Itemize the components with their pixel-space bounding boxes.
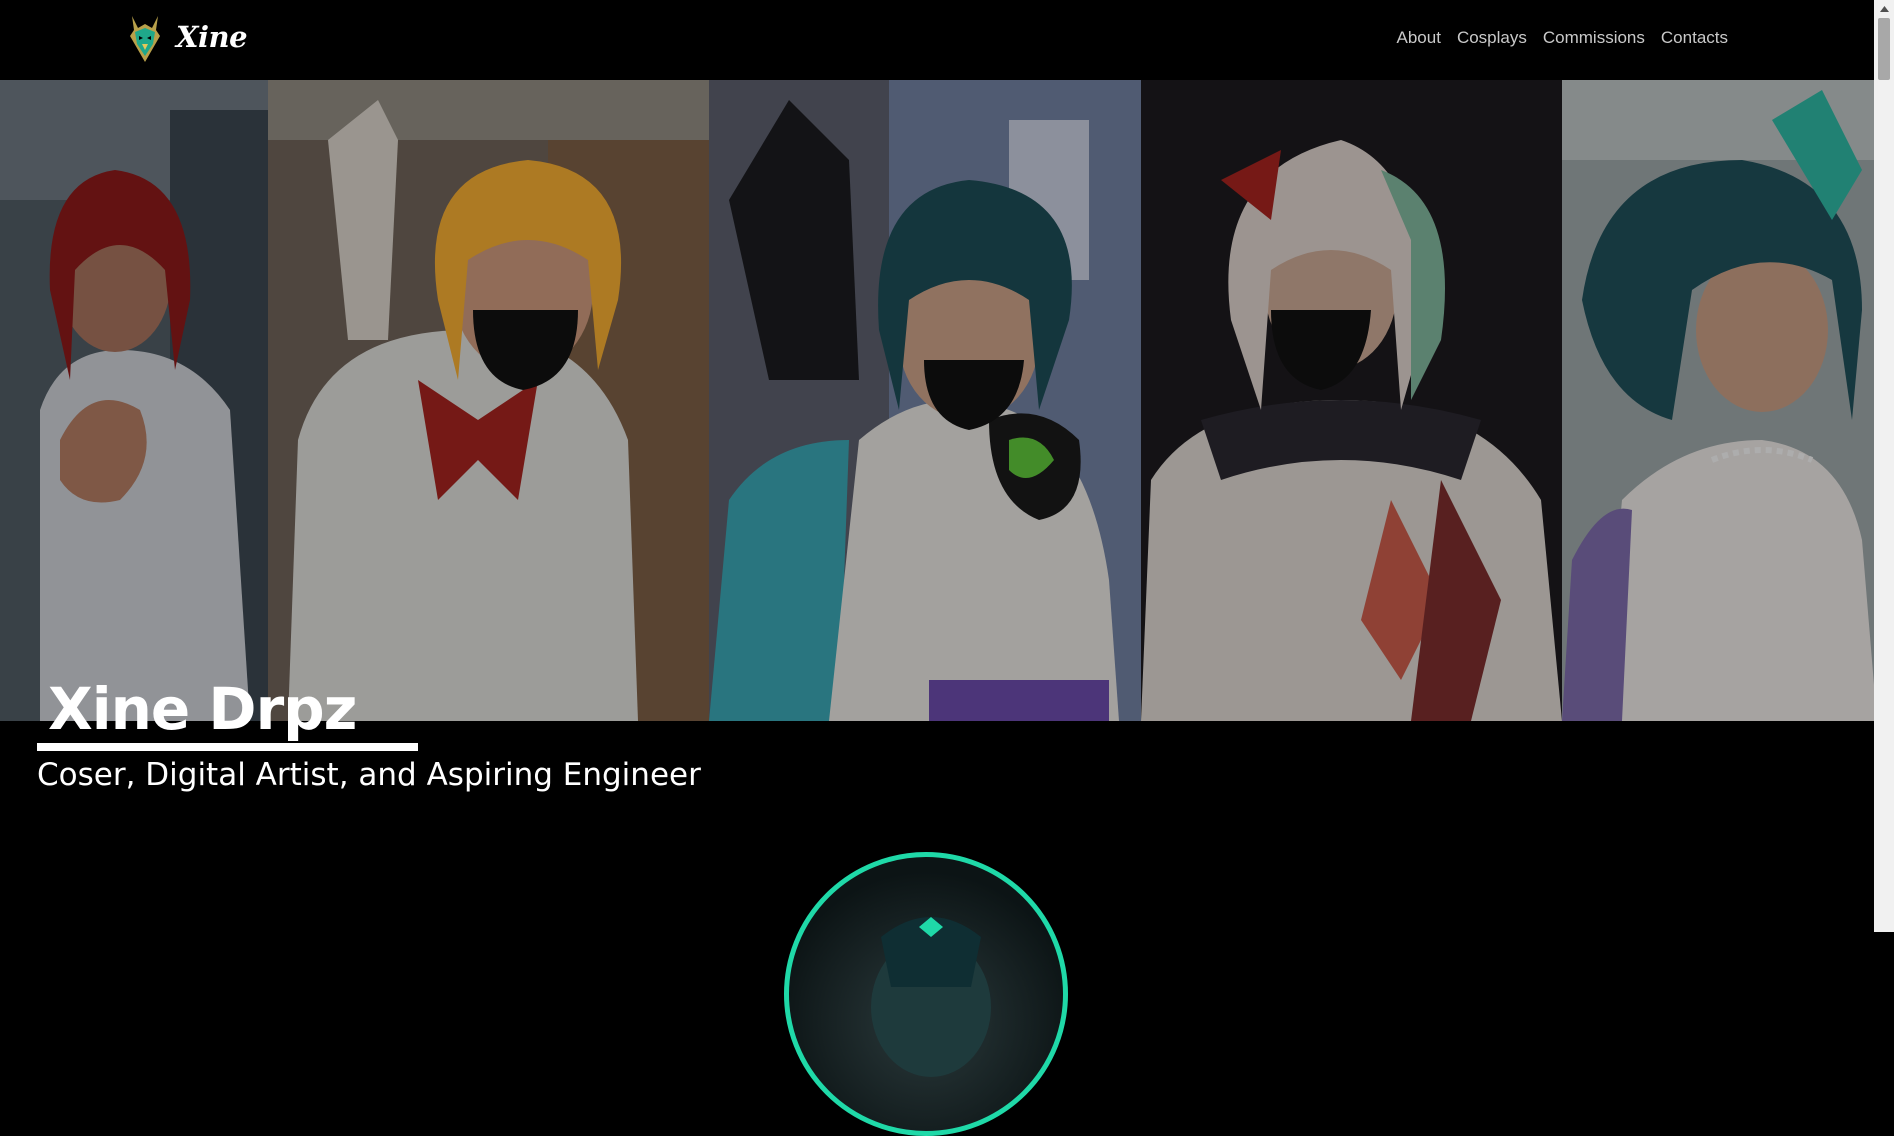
page-scrollbar[interactable] bbox=[1874, 0, 1894, 932]
avatar bbox=[784, 852, 1068, 1136]
cosplay-photo-teal-hair-horns bbox=[1562, 80, 1877, 721]
main-nav: About Cosplays Commissions Contacts bbox=[1397, 28, 1728, 48]
cosplay-photo-red-hair bbox=[0, 80, 268, 721]
nav-cosplays[interactable]: Cosplays bbox=[1457, 28, 1527, 48]
cosplay-photo-orange-hair bbox=[268, 80, 709, 721]
nav-commissions[interactable]: Commissions bbox=[1543, 28, 1645, 48]
cosplay-photo-teal-hair-mask bbox=[709, 80, 1141, 721]
site-header: Xine About Cosplays Commissions Contacts bbox=[0, 0, 1874, 80]
hero-title: Xine Drpz bbox=[48, 675, 357, 743]
hero-collage bbox=[0, 80, 1877, 721]
scroll-up-arrow-icon[interactable] bbox=[1874, 0, 1894, 17]
nav-about[interactable]: About bbox=[1397, 28, 1441, 48]
title-underline bbox=[37, 743, 418, 751]
brand-name[interactable]: Xine bbox=[176, 20, 248, 54]
cosplay-photo-white-red-hair bbox=[1141, 80, 1562, 721]
nav-contacts[interactable]: Contacts bbox=[1661, 28, 1728, 48]
scrollbar-thumb[interactable] bbox=[1878, 18, 1890, 80]
hero-subtitle: Coser, Digital Artist, and Aspiring Engi… bbox=[37, 757, 701, 793]
dragon-mask-logo-icon[interactable] bbox=[126, 14, 164, 64]
